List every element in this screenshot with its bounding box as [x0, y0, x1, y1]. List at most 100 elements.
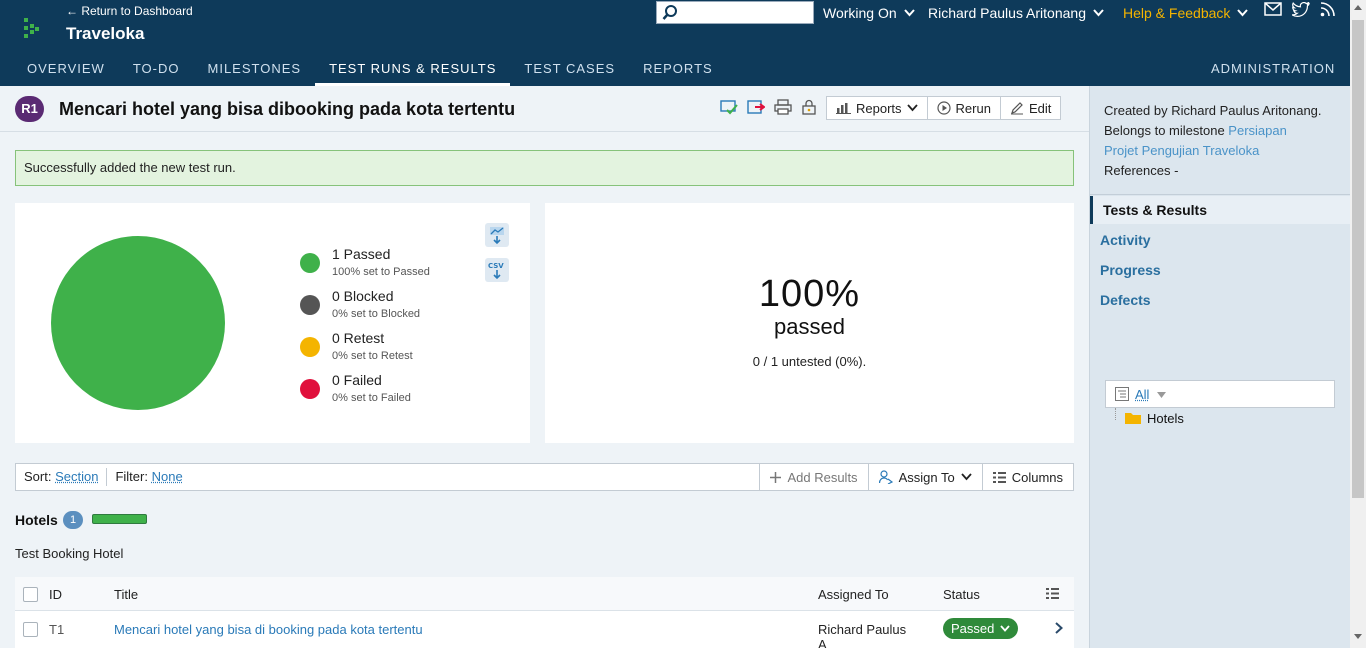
export-run-icon[interactable]: [747, 99, 765, 115]
row-checkbox[interactable]: [23, 622, 38, 637]
sidebar-divider: [1090, 194, 1351, 195]
status-dropdown[interactable]: Passed: [943, 618, 1019, 639]
filter-none-link[interactable]: None: [152, 469, 183, 484]
legend-dot: [300, 253, 320, 273]
tab-test-cases[interactable]: TEST CASES: [510, 52, 629, 86]
col-title[interactable]: Title: [114, 587, 138, 602]
tab-todo[interactable]: TO-DO: [119, 52, 194, 86]
assign-user-icon: [878, 470, 893, 484]
filter-label: Filter:: [115, 469, 148, 484]
main-content: R1 Mencari hotel yang bisa dibooking pad…: [0, 86, 1089, 648]
twitter-icon[interactable]: [1292, 2, 1310, 17]
add-results-button[interactable]: Add Results: [759, 464, 867, 490]
chevron-down-icon: [1093, 9, 1104, 17]
run-info: Created by Richard Paulus Aritonang. Bel…: [1104, 101, 1344, 181]
test-title-link[interactable]: Mencari hotel yang bisa di booking pada …: [114, 622, 423, 637]
column-options-icon[interactable]: [1046, 588, 1059, 599]
main-nav: OVERVIEW TO-DO MILESTONES TEST RUNS & RE…: [0, 52, 727, 86]
page-scrollbar[interactable]: [1350, 0, 1366, 648]
created-by: Created by Richard Paulus Aritonang.: [1104, 103, 1322, 118]
project-name: Traveloka: [66, 24, 145, 43]
belongs-prefix: Belongs to milestone: [1104, 123, 1229, 138]
scroll-up-icon[interactable]: [1354, 5, 1362, 10]
chevron-down-icon: [1157, 392, 1166, 398]
legend-label: 0 Retest: [332, 330, 385, 346]
legend-sublabel: 100% set to Passed: [332, 266, 430, 278]
print-icon[interactable]: [774, 99, 792, 115]
filter-control: Filter: None: [107, 468, 190, 486]
legend-sublabel: 0% set to Retest: [332, 350, 413, 362]
status-label: Passed: [951, 621, 995, 636]
col-status[interactable]: Status: [943, 587, 980, 602]
legend-dot: [300, 337, 320, 357]
chevron-down-icon: [1237, 9, 1249, 17]
chevron-down-icon: [1000, 625, 1011, 632]
chevron-down-icon: [961, 473, 972, 481]
tree-filter-icon: [1115, 387, 1129, 401]
csv-export-icon[interactable]: CSV: [485, 258, 509, 282]
assign-to-button[interactable]: Assign To: [867, 464, 982, 490]
tab-overview[interactable]: OVERVIEW: [0, 52, 119, 86]
success-message: Successfully added the new test run.: [15, 150, 1074, 186]
rss-icon[interactable]: [1320, 2, 1335, 17]
scroll-thumb[interactable]: [1352, 20, 1364, 498]
tab-administration[interactable]: ADMINISTRATION: [1211, 52, 1335, 86]
working-on-menu[interactable]: Working On: [823, 2, 915, 24]
tab-milestones[interactable]: MILESTONES: [194, 52, 316, 86]
col-assigned[interactable]: Assigned To: [818, 587, 889, 602]
col-id[interactable]: ID: [49, 587, 62, 602]
bar-chart-icon: [836, 103, 851, 114]
section-filter[interactable]: All: [1105, 380, 1335, 408]
tab-reports[interactable]: REPORTS: [629, 52, 727, 86]
table-header: ID Title Assigned To Status: [15, 577, 1074, 611]
reports-button[interactable]: Reports: [827, 97, 928, 119]
page-title: Mencari hotel yang bisa dibooking pada k…: [59, 99, 516, 119]
working-on-label: Working On: [823, 5, 897, 21]
close-run-icon[interactable]: [720, 99, 738, 115]
sidebar-item-tests-results[interactable]: Tests & Results: [1103, 202, 1207, 218]
testrail-logo-icon[interactable]: [22, 16, 42, 40]
run-action-buttons: Reports Rerun Edit: [826, 96, 1062, 120]
tests-table: ID Title Assigned To Status T1 Mencari h…: [15, 577, 1074, 648]
sidebar-item-defects[interactable]: Defects: [1100, 292, 1151, 308]
milestone-link-line2[interactable]: Projet Pengujian Traveloka: [1104, 141, 1344, 161]
right-sidebar: Created by Richard Paulus Aritonang. Bel…: [1089, 86, 1351, 648]
help-feedback-menu[interactable]: Help & Feedback: [1123, 2, 1249, 24]
lock-icon[interactable]: [801, 99, 817, 115]
rerun-button[interactable]: Rerun: [928, 97, 1001, 119]
filter-all-link[interactable]: All: [1135, 387, 1149, 402]
sort-label: Sort:: [24, 469, 52, 484]
test-id: T1: [49, 622, 65, 637]
edit-button[interactable]: Edit: [1001, 97, 1060, 119]
scroll-down-icon[interactable]: [1354, 634, 1362, 639]
mail-icon[interactable]: [1264, 2, 1282, 16]
rerun-label: Rerun: [955, 100, 991, 116]
sidebar-item-progress[interactable]: Progress: [1100, 262, 1161, 278]
chevron-down-icon: [906, 104, 918, 112]
section-progress-bar: [92, 514, 147, 524]
sidebar-item-activity[interactable]: Activity: [1100, 232, 1151, 248]
select-all-checkbox[interactable]: [23, 587, 38, 602]
chart-export-icon[interactable]: [485, 223, 509, 247]
search-input[interactable]: [656, 1, 814, 24]
section-title: Hotels: [15, 512, 58, 528]
sort-section-link[interactable]: Section: [55, 469, 98, 484]
columns-button[interactable]: Columns: [981, 464, 1073, 490]
chevron-right-icon[interactable]: [1055, 622, 1063, 634]
pencil-icon: [1010, 102, 1023, 115]
return-to-dashboard-link[interactable]: ← Return to Dashboard: [66, 4, 193, 18]
pie-slice-passed: [51, 236, 225, 410]
references: References -: [1104, 163, 1179, 178]
assign-to-label: Assign To: [898, 469, 955, 485]
pass-percent: 100%: [758, 273, 861, 315]
legend-sublabel: 0% set to Blocked: [332, 308, 421, 320]
tree-item-hotels[interactable]: Hotels: [1147, 411, 1184, 426]
csv-text: CSV: [488, 262, 504, 270]
milestone-link[interactable]: Persiapan: [1228, 123, 1287, 138]
reports-label: Reports: [856, 100, 902, 116]
results-chart-panel: 1 Passed 100% set to Passed 0 Blocked 0% se…: [15, 203, 530, 443]
tab-test-runs-results[interactable]: TEST RUNS & RESULTS: [315, 52, 511, 86]
columns-icon: [992, 471, 1006, 483]
user-menu[interactable]: Richard Paulus Aritonang: [928, 2, 1104, 24]
title-divider: [0, 131, 1089, 132]
